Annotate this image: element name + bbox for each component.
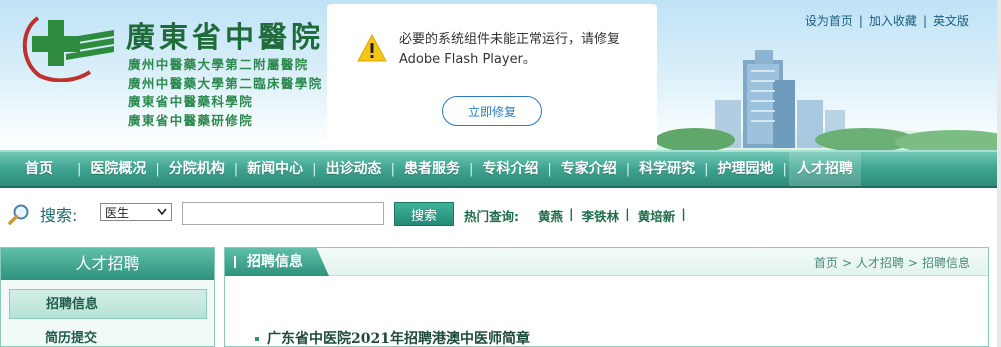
breadcrumb-recruitment[interactable]: 人才招聘 [856, 256, 904, 270]
sidebar: 人才招聘 招聘信息 简历提交 [0, 247, 215, 347]
nav-item-experts[interactable]: 专家介绍 [561, 152, 617, 186]
search-input[interactable] [182, 202, 384, 225]
nav-item-news[interactable]: 新闻中心 [247, 152, 303, 186]
nav-item-overview[interactable]: 医院概况 [90, 152, 146, 186]
add-favorite-link[interactable]: 加入收藏 [869, 14, 917, 28]
nav-divider: | [547, 161, 552, 177]
chevron-down-icon [157, 208, 167, 216]
hot-search-label: 热门查询: [464, 209, 519, 224]
section-title: 招聘信息 [247, 254, 303, 270]
search-label: 搜索: [40, 206, 78, 225]
divider: | [569, 206, 574, 221]
main-header: 招聘信息 首页 > 人才招聘 > 招聘信息 [225, 248, 988, 276]
nav-item-patient-service[interactable]: 患者服务 [404, 152, 460, 186]
set-homepage-link[interactable]: 设为首页 [805, 14, 853, 28]
hot-search-link[interactable]: 黄培新 [638, 206, 676, 225]
breadcrumb-separator: > [841, 256, 852, 270]
search-type-value: 医生 [105, 206, 130, 220]
bullet-icon [255, 337, 259, 341]
nav-divider: | [390, 161, 395, 177]
nav-divider: | [312, 161, 317, 177]
top-links: 设为首页 | 加入收藏 | 英文版 [805, 12, 969, 29]
english-version-link[interactable]: 英文版 [933, 14, 969, 28]
divider: | [922, 14, 927, 28]
nav-divider: | [625, 161, 631, 177]
divider: | [681, 206, 686, 221]
nav-item-schedule[interactable]: 出诊动态 [326, 152, 382, 186]
hospital-logo-icon [22, 16, 114, 82]
nav-item-research[interactable]: 科学研究 [639, 152, 695, 186]
nav-item-recruitment[interactable]: 人才招聘 [788, 152, 861, 186]
nav-divider: | [704, 161, 709, 177]
sidebar-item-resume-submit[interactable]: 简历提交 [9, 324, 207, 347]
sidebar-item-recruitment-info[interactable]: 招聘信息 [9, 289, 207, 319]
nav-item-departments[interactable]: 专科介绍 [482, 152, 538, 186]
sub-name: 廣州中醫藥大學第二附屬醫院 [128, 57, 309, 72]
fix-now-button[interactable]: 立即修复 [442, 96, 542, 126]
warning-icon [357, 34, 387, 62]
main-nav: 首页 | 医院概况 | 分院机构 | 新闻中心 | 出诊动态 | 患者服务 | … [0, 150, 1001, 188]
sub-name: 廣州中醫藥大學第二臨床醫學院 [128, 75, 323, 91]
flash-warning-popup: 必要的系统组件未能正常运行，请修复 Adobe Flash Player。 立即… [327, 4, 657, 150]
nav-divider: | [77, 161, 82, 177]
divider: | [858, 14, 863, 28]
page: 廣東省中醫院 廣州中醫藥大學第二附屬醫院 廣州中醫藥大學第二臨床醫學院 廣東省中… [0, 0, 1001, 347]
section-tab: 招聘信息 [225, 248, 329, 276]
breadcrumb: 首页 > 人才招聘 > 招聘信息 [814, 254, 970, 271]
tab-marker [234, 256, 236, 268]
hot-search-list: 黄燕 | 李铁林 | 黄培新 | [538, 206, 694, 225]
sub-name: 廣東省中醫藥科學院 [128, 94, 254, 109]
site-title: 廣東省中醫院 [126, 20, 325, 54]
search-button[interactable]: 搜索 [394, 202, 454, 226]
divider: | [625, 206, 630, 221]
hot-search-link[interactable]: 黄燕 [538, 206, 563, 225]
sidebar-title: 人才招聘 [1, 248, 214, 280]
search-bar: 搜索: 医生 搜索 热门查询: 黄燕 | 李铁林 | 黄培新 | [0, 190, 1001, 236]
main-content: 招聘信息 首页 > 人才招聘 > 招聘信息 广东省中医院2021年招聘港澳中医师简章 [224, 247, 989, 347]
scrollbar[interactable] [997, 0, 1001, 347]
nav-item-nursing[interactable]: 护理园地 [718, 152, 774, 186]
site-header: 廣東省中醫院 廣州中醫藥大學第二附屬醫院 廣州中醫藥大學第二臨床醫學院 廣東省中… [0, 0, 1001, 150]
hot-search-link[interactable]: 李铁林 [582, 206, 620, 225]
nav-item-home[interactable]: 首页 [25, 152, 53, 186]
nav-divider: | [233, 161, 239, 177]
hospital-buildings-image [655, 50, 1001, 150]
nav-divider: | [782, 161, 787, 177]
article-title[interactable]: 广东省中医院2021年招聘港澳中医师简章 [267, 331, 530, 347]
breadcrumb-home[interactable]: 首页 [814, 256, 838, 270]
flash-warning-message: 必要的系统组件未能正常运行，请修复 Adobe Flash Player。 [399, 32, 621, 67]
sub-names: 廣州中醫藥大學第二附屬醫院 廣州中醫藥大學第二臨床醫學院 廣東省中醫藥科學院 廣… [128, 56, 323, 130]
magnifier-icon [8, 204, 29, 225]
nav-divider: | [155, 161, 160, 177]
nav-divider: | [468, 161, 474, 177]
search-type-select[interactable]: 医生 [100, 203, 172, 221]
breadcrumb-current: 招聘信息 [921, 256, 970, 270]
sub-name: 廣東省中醫藥研修院 [128, 112, 254, 128]
article-list-item[interactable]: 广东省中医院2021年招聘港澳中医师简章 [255, 328, 530, 347]
breadcrumb-separator: > [907, 256, 918, 270]
nav-item-branches[interactable]: 分院机构 [169, 152, 225, 186]
